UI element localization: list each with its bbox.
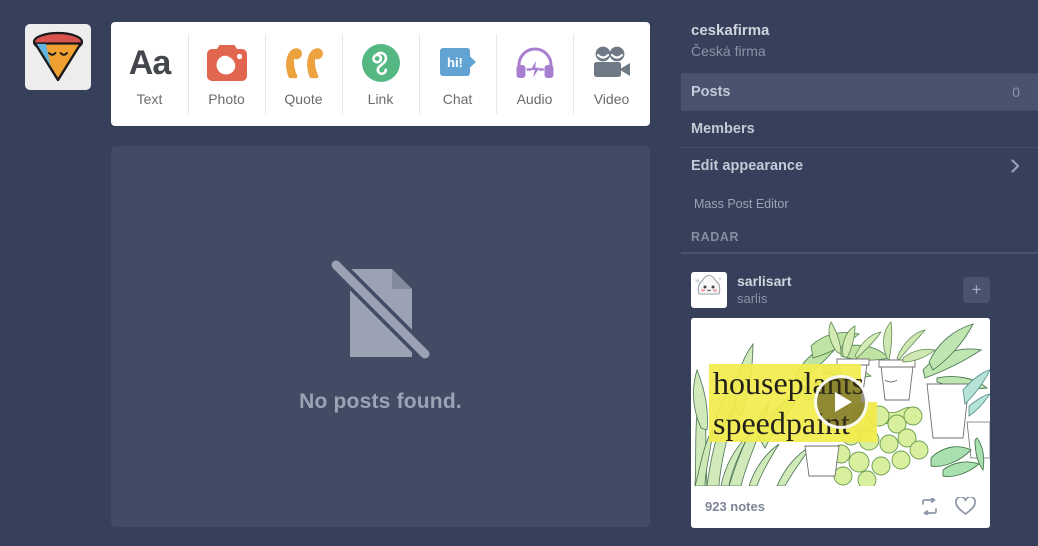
radar-avatar[interactable] [691,271,727,308]
blog-name[interactable]: ceskafirma [691,22,1028,41]
sidebar-item-members[interactable]: Members [681,109,1038,147]
sarlisart-avatar-icon [692,271,726,308]
radar-post: houseplants speedpaint 923 notes [691,317,990,528]
heart-icon[interactable] [955,497,976,516]
right-sidebar: ceskafirma Česká firma Posts 0 Members E… [681,0,1038,546]
sidebar-item-label: Members [691,120,755,137]
play-icon[interactable] [813,374,868,429]
radar-section-label: RADAR [681,225,1038,254]
sidebar-item-label: Edit appearance [691,157,804,174]
sidebar-item-edit-appearance[interactable]: Edit appearance [681,146,1038,184]
chat-bubble-icon: hi! [438,43,478,83]
follow-button[interactable]: + [963,276,990,303]
quote-marks-icon [285,43,323,83]
empty-state-message: No posts found. [299,390,462,413]
post-type-label: Photo [208,90,245,107]
post-type-text[interactable]: Aa Text [111,22,188,126]
posts-count: 0 [1012,83,1020,100]
mass-post-editor-link[interactable]: Mass Post Editor [681,184,1038,225]
reblog-icon[interactable] [920,498,939,516]
sidebar-item-posts[interactable]: Posts 0 [681,72,1038,110]
radar-username[interactable]: sarlisart [737,273,791,290]
radar-subtitle: sarlis [737,290,768,306]
radar-post-footer: 923 notes [691,486,990,528]
blog-avatar[interactable] [25,24,91,90]
post-type-label: Video [593,90,630,107]
no-document-slash-icon [328,257,433,372]
post-type-link[interactable]: Link [342,22,419,126]
link-chain-icon [361,43,400,83]
post-type-label: Quote [284,90,323,107]
svg-text:hi!: hi! [447,55,463,70]
headphones-icon [515,43,555,83]
post-type-chat[interactable]: hi! Chat [419,22,496,126]
cone-sleepy-face-logo-icon [30,30,86,84]
blog-header: ceskafirma Česká firma [681,22,1038,73]
post-type-label: Link [367,90,394,107]
post-type-photo[interactable]: Photo [188,22,265,126]
post-type-quote[interactable]: Quote [265,22,342,126]
post-actions [920,497,976,516]
notes-count: 923 notes [705,499,765,515]
movie-camera-icon [591,43,633,83]
camera-icon [206,43,247,83]
chevron-right-icon [1011,159,1020,173]
radar-names: sarlisart sarlis [737,273,791,306]
post-type-video[interactable]: Video [573,22,650,126]
main-column: Aa Text Photo Quote Link hi! Chat Audio … [111,22,650,527]
sidebar-item-label: Posts [691,83,731,100]
post-type-label: Chat [442,90,473,107]
post-type-label: Text [136,90,163,107]
text-aa-icon: Aa [128,43,171,82]
posts-empty-panel: No posts found. [111,146,650,527]
post-type-toolbar: Aa Text Photo Quote Link hi! Chat Audio … [111,22,650,126]
post-type-label: Audio [516,90,553,107]
post-type-audio[interactable]: Audio [496,22,573,126]
radar-card: sarlisart sarlis + houseplants speedpain… [691,266,990,528]
houseplants-speedpaint-video-thumbnail[interactable]: houseplants speedpaint [691,317,990,486]
radar-card-header: sarlisart sarlis + [691,266,990,318]
blog-title: Česká firma [691,42,766,59]
tumblr-blog-dashboard: Aa Text Photo Quote Link hi! Chat Audio … [0,0,1038,546]
